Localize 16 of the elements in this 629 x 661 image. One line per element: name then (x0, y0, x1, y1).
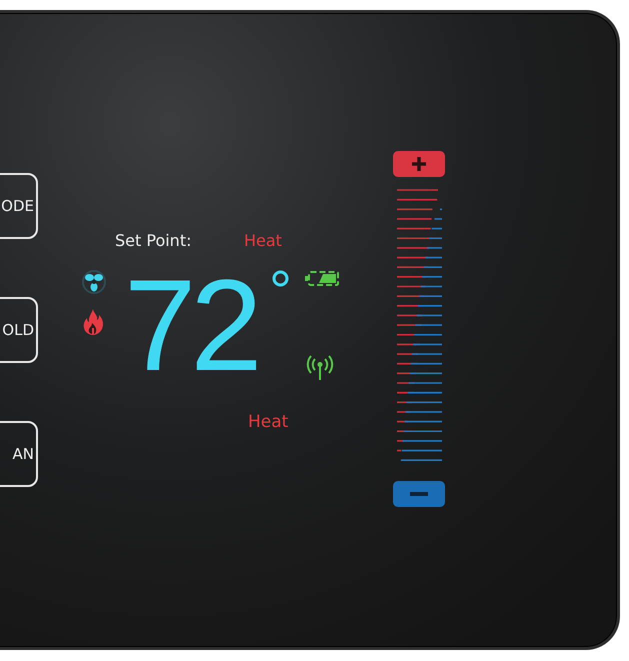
set-point-label: Set Point: (115, 231, 192, 250)
mode-status: Heat (248, 412, 290, 432)
temperature-reading: 72 (124, 270, 258, 380)
degree-icon (272, 270, 289, 287)
side-button[interactable]: ODE (0, 173, 38, 239)
set-point-mode: Heat (244, 231, 282, 250)
increase-button[interactable] (393, 151, 445, 177)
minus-icon (410, 491, 428, 497)
decrease-button[interactable] (393, 481, 445, 507)
side-button[interactable]: OLD (0, 297, 38, 363)
fan-icon (82, 270, 106, 294)
flame-icon (82, 308, 104, 336)
plus-icon (411, 156, 427, 172)
signal-icon (306, 355, 334, 381)
side-button[interactable]: AN (0, 421, 38, 487)
battery-icon (305, 271, 339, 286)
